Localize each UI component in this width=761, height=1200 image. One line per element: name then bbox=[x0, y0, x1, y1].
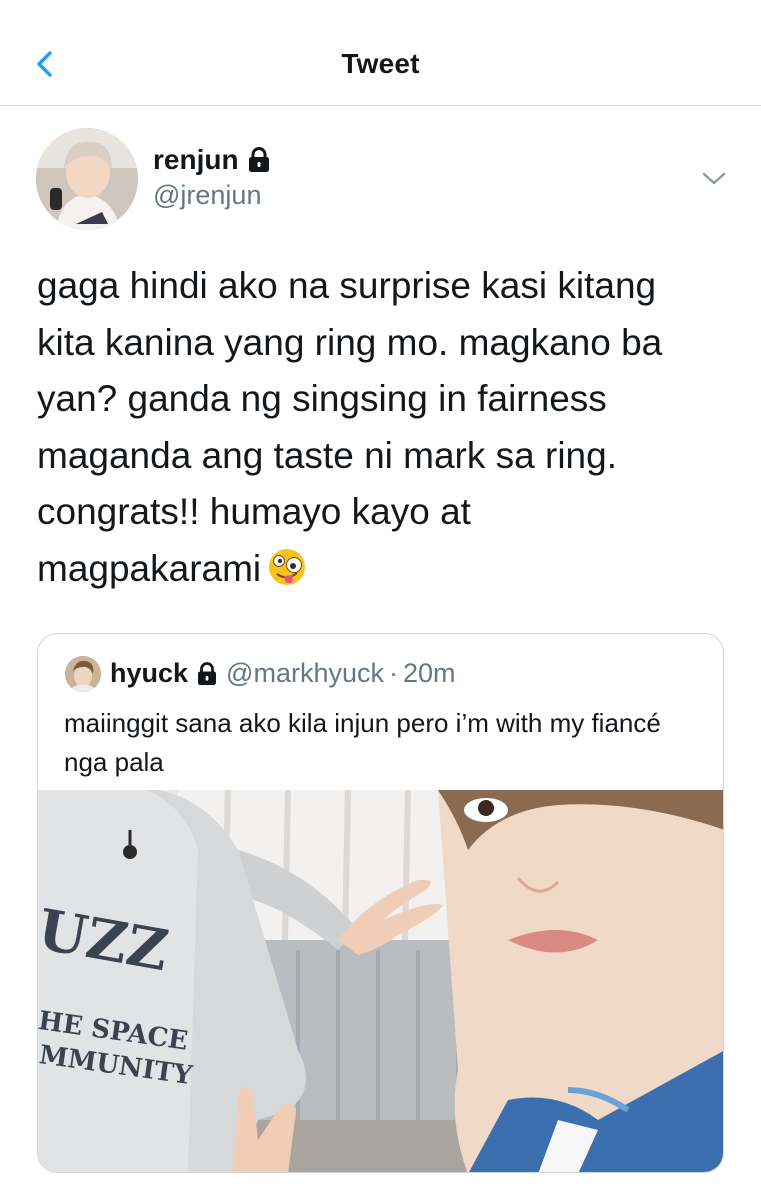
tweet-text: gaga hindi ako na surprise kasi kitang k… bbox=[37, 258, 727, 597]
tweet-menu-button[interactable] bbox=[698, 164, 730, 192]
top-navigation-bar: Tweet bbox=[0, 0, 761, 106]
author-handle[interactable]: @jrenjun bbox=[153, 180, 261, 211]
zany-face-emoji-icon bbox=[267, 547, 307, 587]
chevron-down-icon bbox=[702, 172, 726, 185]
quoted-tweet-photo[interactable]: UZZ HE SPACE MMUNITY bbox=[38, 790, 723, 1172]
tweet-body: gaga hindi ako na surprise kasi kitang k… bbox=[37, 265, 663, 589]
author-avatar[interactable] bbox=[36, 128, 138, 230]
lock-icon bbox=[196, 661, 218, 686]
author-display-name[interactable]: renjun bbox=[153, 144, 239, 176]
lock-icon bbox=[247, 147, 271, 173]
quoted-tweet-card[interactable]: hyuck @markhyuck · 20m maiinggit sana ak… bbox=[37, 633, 724, 1173]
page-title: Tweet bbox=[341, 48, 420, 79]
quoted-author-avatar[interactable] bbox=[65, 656, 101, 692]
separator-dot: · bbox=[389, 658, 398, 688]
quoted-timestamp: 20m bbox=[403, 658, 456, 688]
quoted-author-row: hyuck @markhyuck · 20m bbox=[110, 658, 456, 689]
quoted-tweet-text: maiinggit sana ako kila injun pero i’m w… bbox=[64, 708, 661, 777]
quoted-display-name: hyuck bbox=[110, 658, 189, 688]
quoted-handle: @markhyuck bbox=[226, 658, 384, 688]
author-name-row: renjun bbox=[153, 144, 271, 176]
